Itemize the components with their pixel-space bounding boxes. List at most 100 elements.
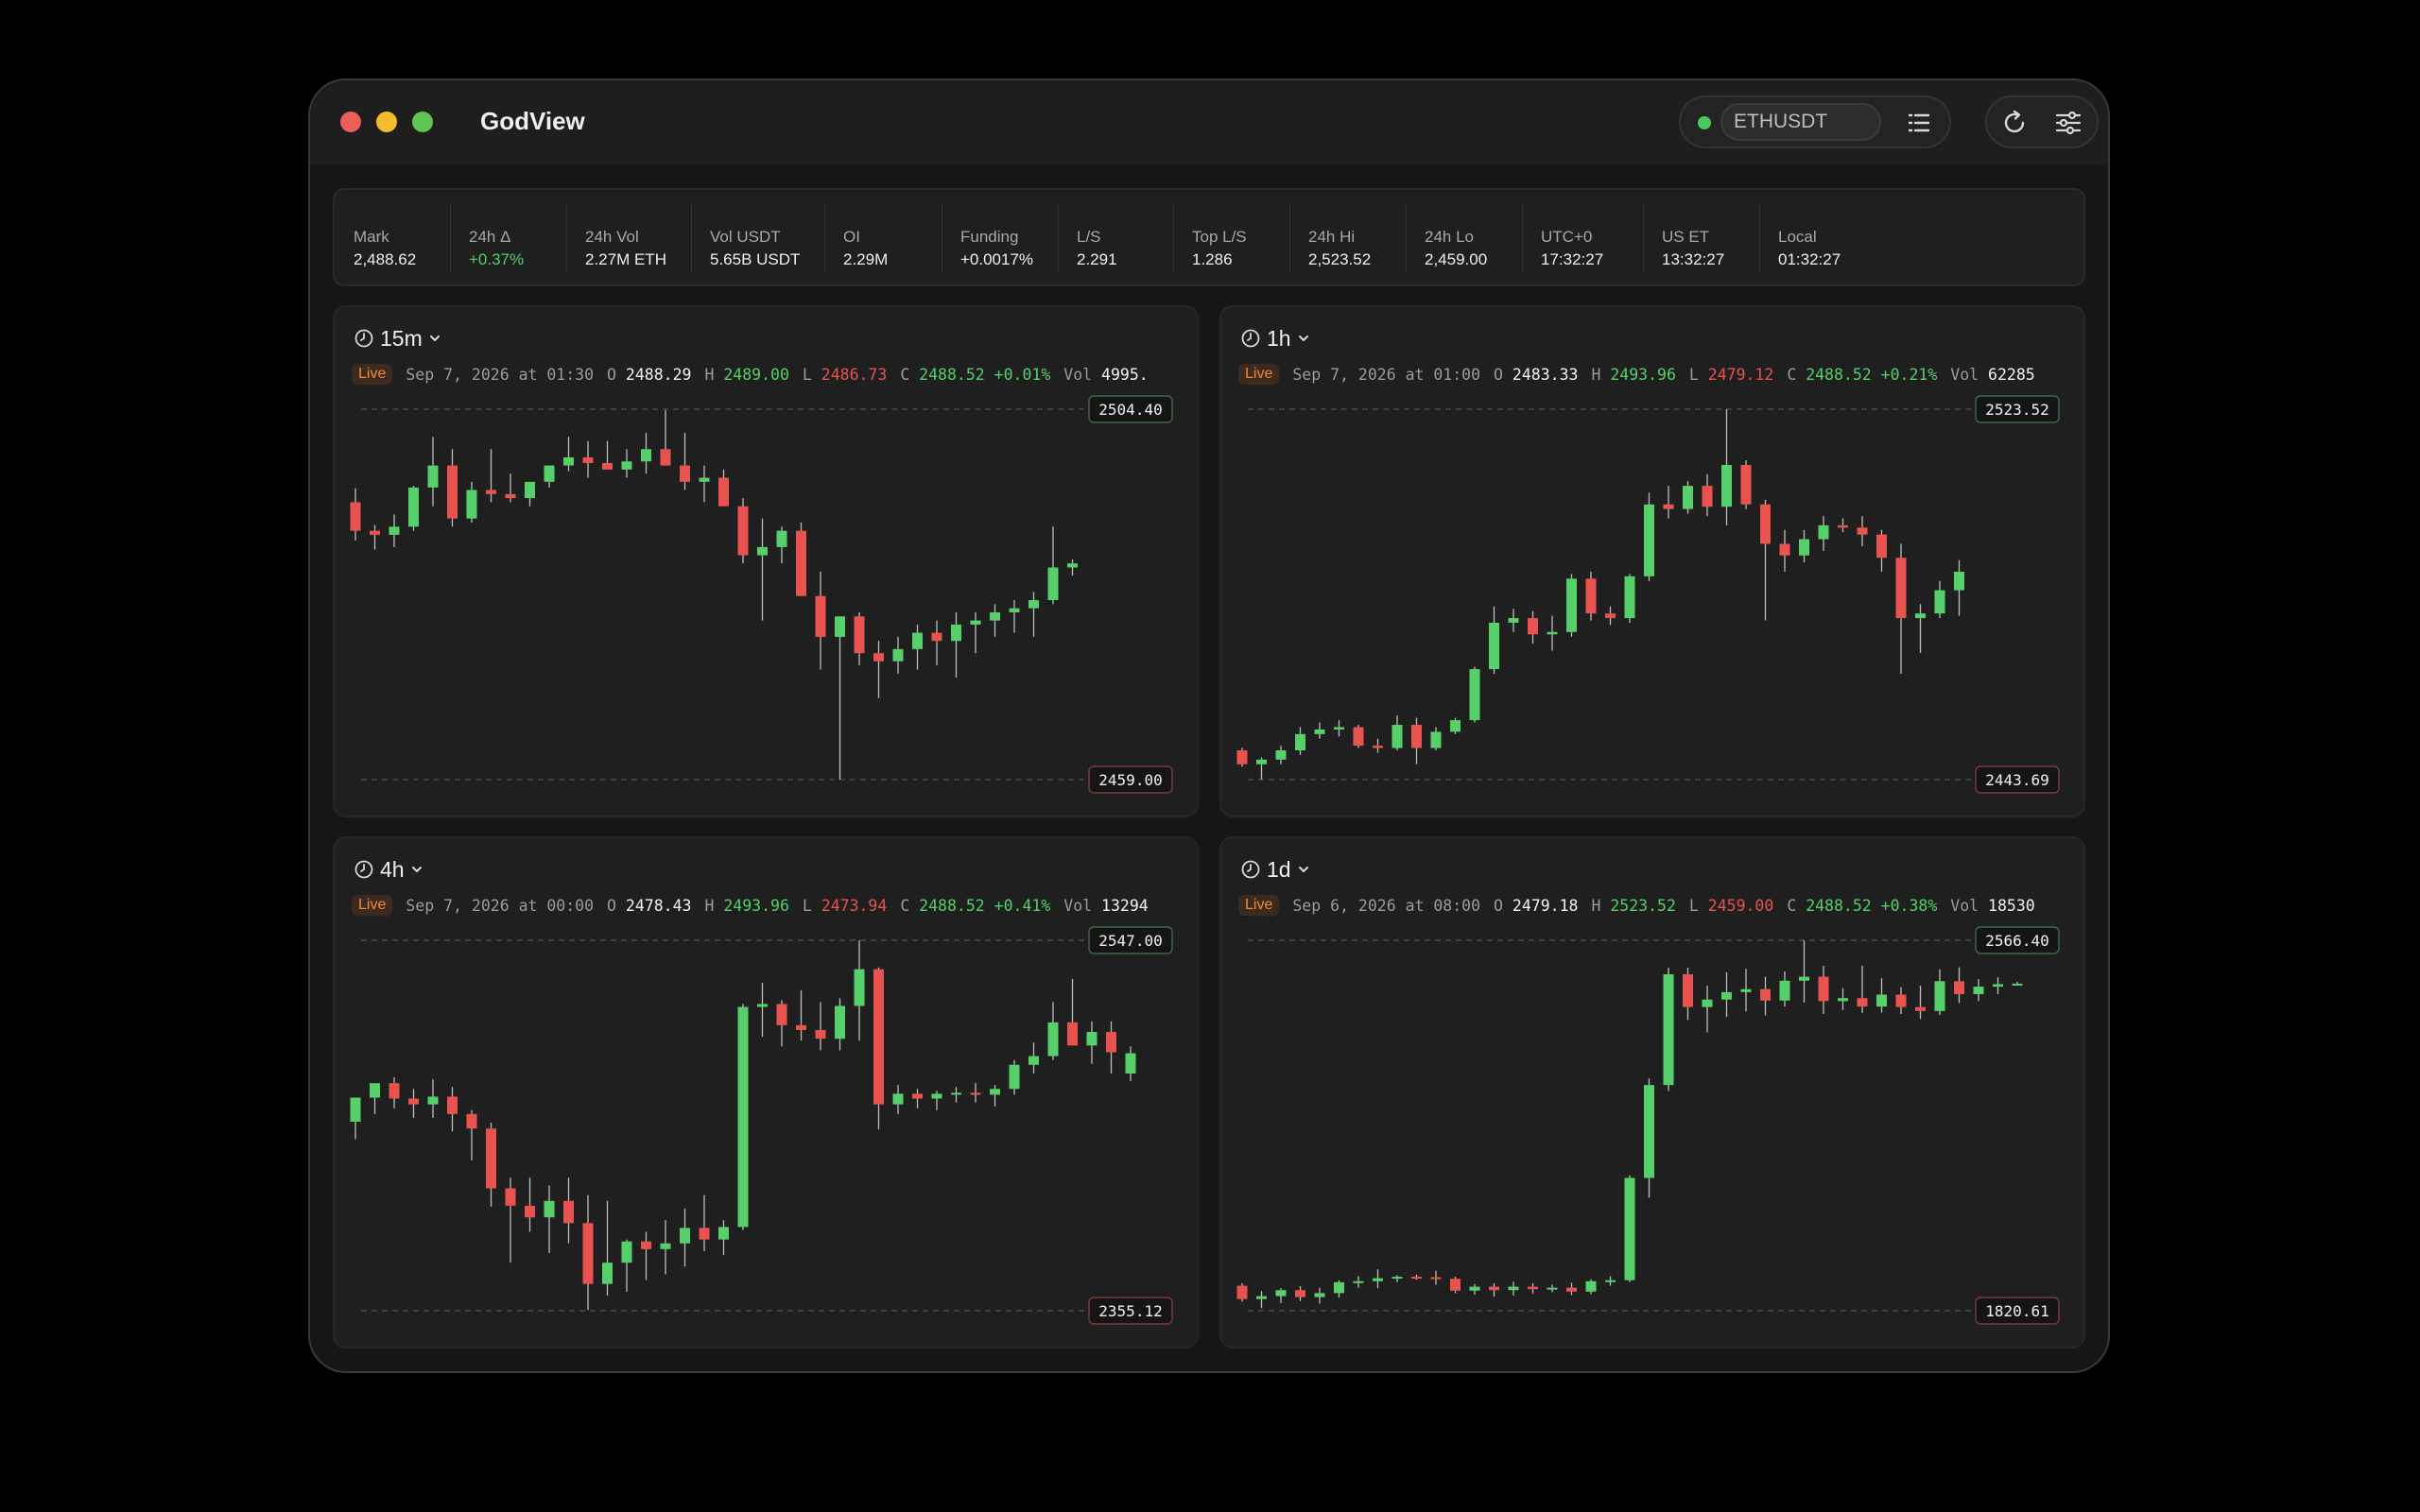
candle-body [1721,991,1732,1000]
candle-body [796,530,806,596]
open-label: O [1494,365,1503,384]
low-price-label: 2355.12 [1098,1302,1162,1320]
candle-body [1838,998,1848,1002]
candle-body [1663,973,1674,1086]
candle-body [389,526,400,535]
candle-body [544,1200,555,1218]
candle-body [1450,720,1461,732]
candle-body [1353,1280,1364,1283]
refresh-icon [2004,110,2025,133]
timeframe-selector[interactable]: 4h [354,853,424,885]
candle-body [1740,988,1752,992]
stat-divider [450,203,451,273]
candle-body [1353,727,1364,747]
candle-body [680,1228,690,1244]
candle-body [1392,1277,1403,1280]
chevron-down-icon [1298,335,1308,341]
candle-body [931,1093,942,1099]
stat-value: 17:32:27 [1541,250,1604,268]
candle-body [602,1263,613,1284]
candle-body [1973,987,1984,994]
candle-body [1430,1277,1442,1280]
candle-body [1779,980,1790,1001]
candle-body [1411,725,1422,748]
candle-body [912,1093,923,1099]
candle-body [1334,727,1344,730]
low-label: L [802,365,812,384]
candle-body [641,449,651,462]
refresh-button[interactable] [1996,105,2034,141]
candle-body [1915,613,1926,619]
low-value: 2486.73 [821,365,888,384]
minimize-window-button[interactable] [376,112,397,132]
candle-body [680,465,690,482]
stat-divider [1522,203,1523,273]
symbol-list-button[interactable] [1900,105,1938,141]
chart-panel-15m: 2504.40 2459.00 15m Live Sep 7, 2026 at 01:3… [333,305,1199,817]
open-value: 2479.18 [1512,896,1579,915]
candle-body [699,477,710,482]
candle-body [1256,1296,1267,1299]
high-label: H [1591,896,1601,915]
candle-body [563,1200,574,1224]
candle-body [990,1089,1000,1095]
low-label: L [802,896,812,915]
candle-body [1508,1286,1519,1291]
symbol-input[interactable] [1720,103,1881,141]
stat-divider [1643,203,1644,273]
candle-body [1009,1064,1020,1090]
candle-body [1489,622,1499,670]
candle-body [1047,1022,1059,1057]
candle-body [1469,669,1480,721]
stat-value: 2.291 [1077,250,1117,268]
timeframe-selector[interactable]: 1h [1240,322,1310,354]
stat-value: 2.29M [843,250,889,268]
candle-body [660,1243,671,1249]
candle-body [912,632,923,649]
candle-body [427,465,439,488]
app-title: GodView [480,107,585,135]
candle-body [796,1024,806,1030]
candle-datetime: Sep 7, 2026 at 00:00 [406,896,595,915]
candle-datetime: Sep 7, 2026 at 01:30 [406,365,595,384]
candle-body [1760,504,1771,544]
candle-body [1295,1290,1305,1297]
candle-body [776,1004,787,1025]
volume-label: Vol [1950,365,1979,384]
close-window-button[interactable] [340,112,361,132]
close-label: C [900,365,910,384]
high-label: H [1591,365,1601,384]
timeframe-selector[interactable]: 1d [1240,853,1310,885]
candle-body [757,1004,768,1007]
candle-body [544,465,555,482]
candle-body [1663,504,1674,509]
stat-label: 24h Hi [1308,228,1356,246]
stat-divider [1289,203,1290,273]
candle-body [1547,1287,1558,1290]
zoom-window-button[interactable] [412,112,433,132]
stat-value: 13:32:27 [1662,250,1725,268]
candle-body [505,1188,516,1206]
settings-button[interactable] [2049,105,2087,141]
volume-value: 18530 [1988,896,2035,915]
candle-body [350,1097,361,1123]
timeframe-selector[interactable]: 15m [354,322,441,354]
low-value: 2473.94 [821,896,888,915]
candle-body [892,648,904,662]
candle-body [1392,725,1403,748]
close-label: C [1787,365,1797,384]
low-price-label: 1820.61 [1985,1302,2048,1320]
candle-body [835,1005,845,1040]
clock-icon [354,329,373,348]
volume-label: Vol [1063,896,1093,915]
live-badge: Live [352,364,393,385]
stat-value: +0.37% [469,250,525,268]
candle-body [1644,504,1654,576]
stat-label: Top L/S [1192,228,1247,246]
candle-body [835,616,845,637]
close-value: 2488.52 [1806,365,1872,384]
candle-body [1702,486,1713,507]
stat-divider [691,203,692,273]
candle-body [1683,973,1693,1007]
candle-body [1047,567,1059,601]
